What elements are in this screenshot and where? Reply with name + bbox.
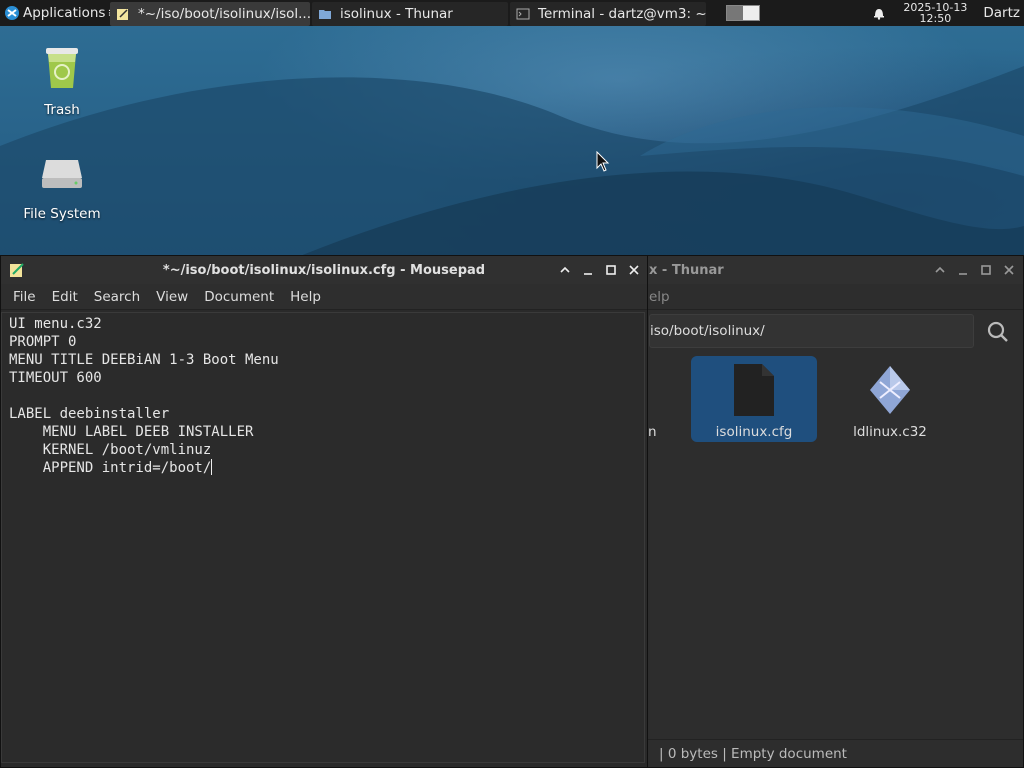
clock-time: 12:50 xyxy=(919,12,952,25)
file-item-ldlinux-c32[interactable]: ldlinux.c32 xyxy=(827,356,953,442)
editor-line: APPEND intrid=/boot/ xyxy=(9,460,212,476)
location-bar[interactable]: iso/boot/isolinux/ xyxy=(649,314,974,348)
text-caret xyxy=(211,459,213,475)
applications-label: Applications xyxy=(23,5,106,21)
chevron-up-icon xyxy=(935,266,945,273)
mouse-pointer-icon xyxy=(596,151,610,172)
top-panel: Applications ≡ *~/iso/boot/isolinux/isol… xyxy=(0,0,1024,26)
editor-line: MENU TITLE DEEBiAN 1-3 Boot Menu xyxy=(9,352,279,368)
workspace-1[interactable] xyxy=(727,6,743,20)
taskbar-item-label: *~/iso/boot/isolinux/isol... xyxy=(138,5,310,22)
desktop-icon-trash[interactable]: Trash xyxy=(7,44,117,118)
maximize-button[interactable] xyxy=(601,260,621,280)
taskbar-item-mousepad[interactable]: *~/iso/boot/isolinux/isol... xyxy=(110,1,310,26)
clock[interactable]: 2025-10-13 12:50 xyxy=(900,2,970,24)
editor-line: PROMPT 0 xyxy=(9,334,77,350)
minimize-icon xyxy=(959,273,967,275)
editor-line: LABEL deebinstaller xyxy=(9,406,170,422)
close-icon xyxy=(1004,265,1014,275)
taskbar-item-thunar[interactable]: isolinux - Thunar xyxy=(312,1,508,26)
file-item-isolinux-cfg[interactable]: isolinux.cfg xyxy=(691,356,817,442)
thunar-menubar: elp xyxy=(641,284,1023,310)
taskbar-item-label: isolinux - Thunar xyxy=(340,5,453,22)
applications-menu[interactable]: Applications ≡ xyxy=(0,0,110,26)
user-name: Dartz xyxy=(983,5,1020,21)
editor-line: KERNEL /boot/vmlinuz xyxy=(9,442,212,458)
desktop-icon-label: File System xyxy=(23,206,101,222)
menu-help[interactable]: elp xyxy=(645,289,678,305)
minimize-button[interactable] xyxy=(578,260,598,280)
editor-line-cursor: APPEND intrid=/boot/ xyxy=(9,459,637,477)
close-icon xyxy=(629,265,639,275)
text-editor-icon xyxy=(10,263,24,277)
thunar-titlebar[interactable]: x - Thunar xyxy=(641,256,1023,284)
workspace-2[interactable] xyxy=(743,6,759,20)
text-editor-icon xyxy=(117,8,128,20)
location-path: iso/boot/isolinux/ xyxy=(650,323,765,339)
close-button[interactable] xyxy=(999,260,1019,280)
taskbar-item-terminal[interactable]: Terminal - dartz@vm3: ~ xyxy=(510,1,706,26)
maximize-button[interactable] xyxy=(976,260,996,280)
bell-icon xyxy=(874,9,885,20)
menu-search[interactable]: Search xyxy=(86,289,148,305)
status-text: | 0 bytes | Empty document xyxy=(659,745,847,762)
minimize-chevron-button[interactable] xyxy=(930,260,950,280)
maximize-icon xyxy=(981,265,991,275)
mousepad-titlebar[interactable]: *~/iso/boot/isolinux/isolinux.cfg - Mous… xyxy=(1,256,647,284)
notifications-button[interactable] xyxy=(868,0,890,26)
xfce-logo-icon xyxy=(5,6,19,20)
wallpaper-wave xyxy=(0,66,1024,256)
chevron-up-icon xyxy=(560,266,570,273)
terminal-icon xyxy=(516,8,530,19)
close-button[interactable] xyxy=(624,260,644,280)
text-editor-area[interactable]: UI menu.c32 PROMPT 0 MENU TITLE DEEBiAN 1-… xyxy=(1,312,645,763)
text-file-icon xyxy=(734,364,774,416)
file-label-partial: n xyxy=(648,424,657,440)
thunar-window: x - Thunar elp iso/boot/isolinux/ n isol… xyxy=(640,255,1024,768)
mousepad-window: *~/iso/boot/isolinux/isolinux.cfg - Mous… xyxy=(0,255,648,768)
desktop-icon-file-system[interactable]: File System xyxy=(7,148,117,222)
minimize-chevron-button[interactable] xyxy=(555,260,575,280)
menu-file[interactable]: File xyxy=(5,289,44,305)
file-view: n isolinux.cfg ldlinux.c32 xyxy=(641,356,1023,737)
minimize-icon xyxy=(584,273,592,275)
menu-view[interactable]: View xyxy=(148,289,196,305)
menu-document[interactable]: Document xyxy=(196,289,282,305)
editor-line: TIMEOUT 600 xyxy=(9,370,102,386)
status-bar: | 0 bytes | Empty document xyxy=(641,739,1023,767)
user-menu[interactable]: Dartz xyxy=(979,0,1024,26)
mousepad-menubar: File Edit Search View Document Help xyxy=(1,284,647,310)
file-label: isolinux.cfg xyxy=(715,424,793,440)
workspace-switcher[interactable] xyxy=(726,5,760,21)
binary-file-icon xyxy=(870,366,910,414)
search-button[interactable] xyxy=(983,318,1013,346)
file-label: ldlinux.c32 xyxy=(853,424,927,440)
drive-icon xyxy=(42,160,82,188)
taskbar-item-label: Terminal - dartz@vm3: ~ xyxy=(538,5,706,22)
window-title: *~/iso/boot/isolinux/isolinux.cfg - Mous… xyxy=(162,262,486,278)
maximize-icon xyxy=(606,265,616,275)
search-icon xyxy=(987,321,1008,342)
minimize-button[interactable] xyxy=(953,260,973,280)
menu-edit[interactable]: Edit xyxy=(44,289,86,305)
editor-line: MENU LABEL DEEB INSTALLER xyxy=(9,424,254,440)
editor-line: UI menu.c32 xyxy=(9,316,102,332)
menu-help[interactable]: Help xyxy=(282,289,329,305)
desktop-icon-label: Trash xyxy=(44,102,80,118)
folder-icon xyxy=(319,9,331,19)
trash-icon xyxy=(46,48,78,88)
